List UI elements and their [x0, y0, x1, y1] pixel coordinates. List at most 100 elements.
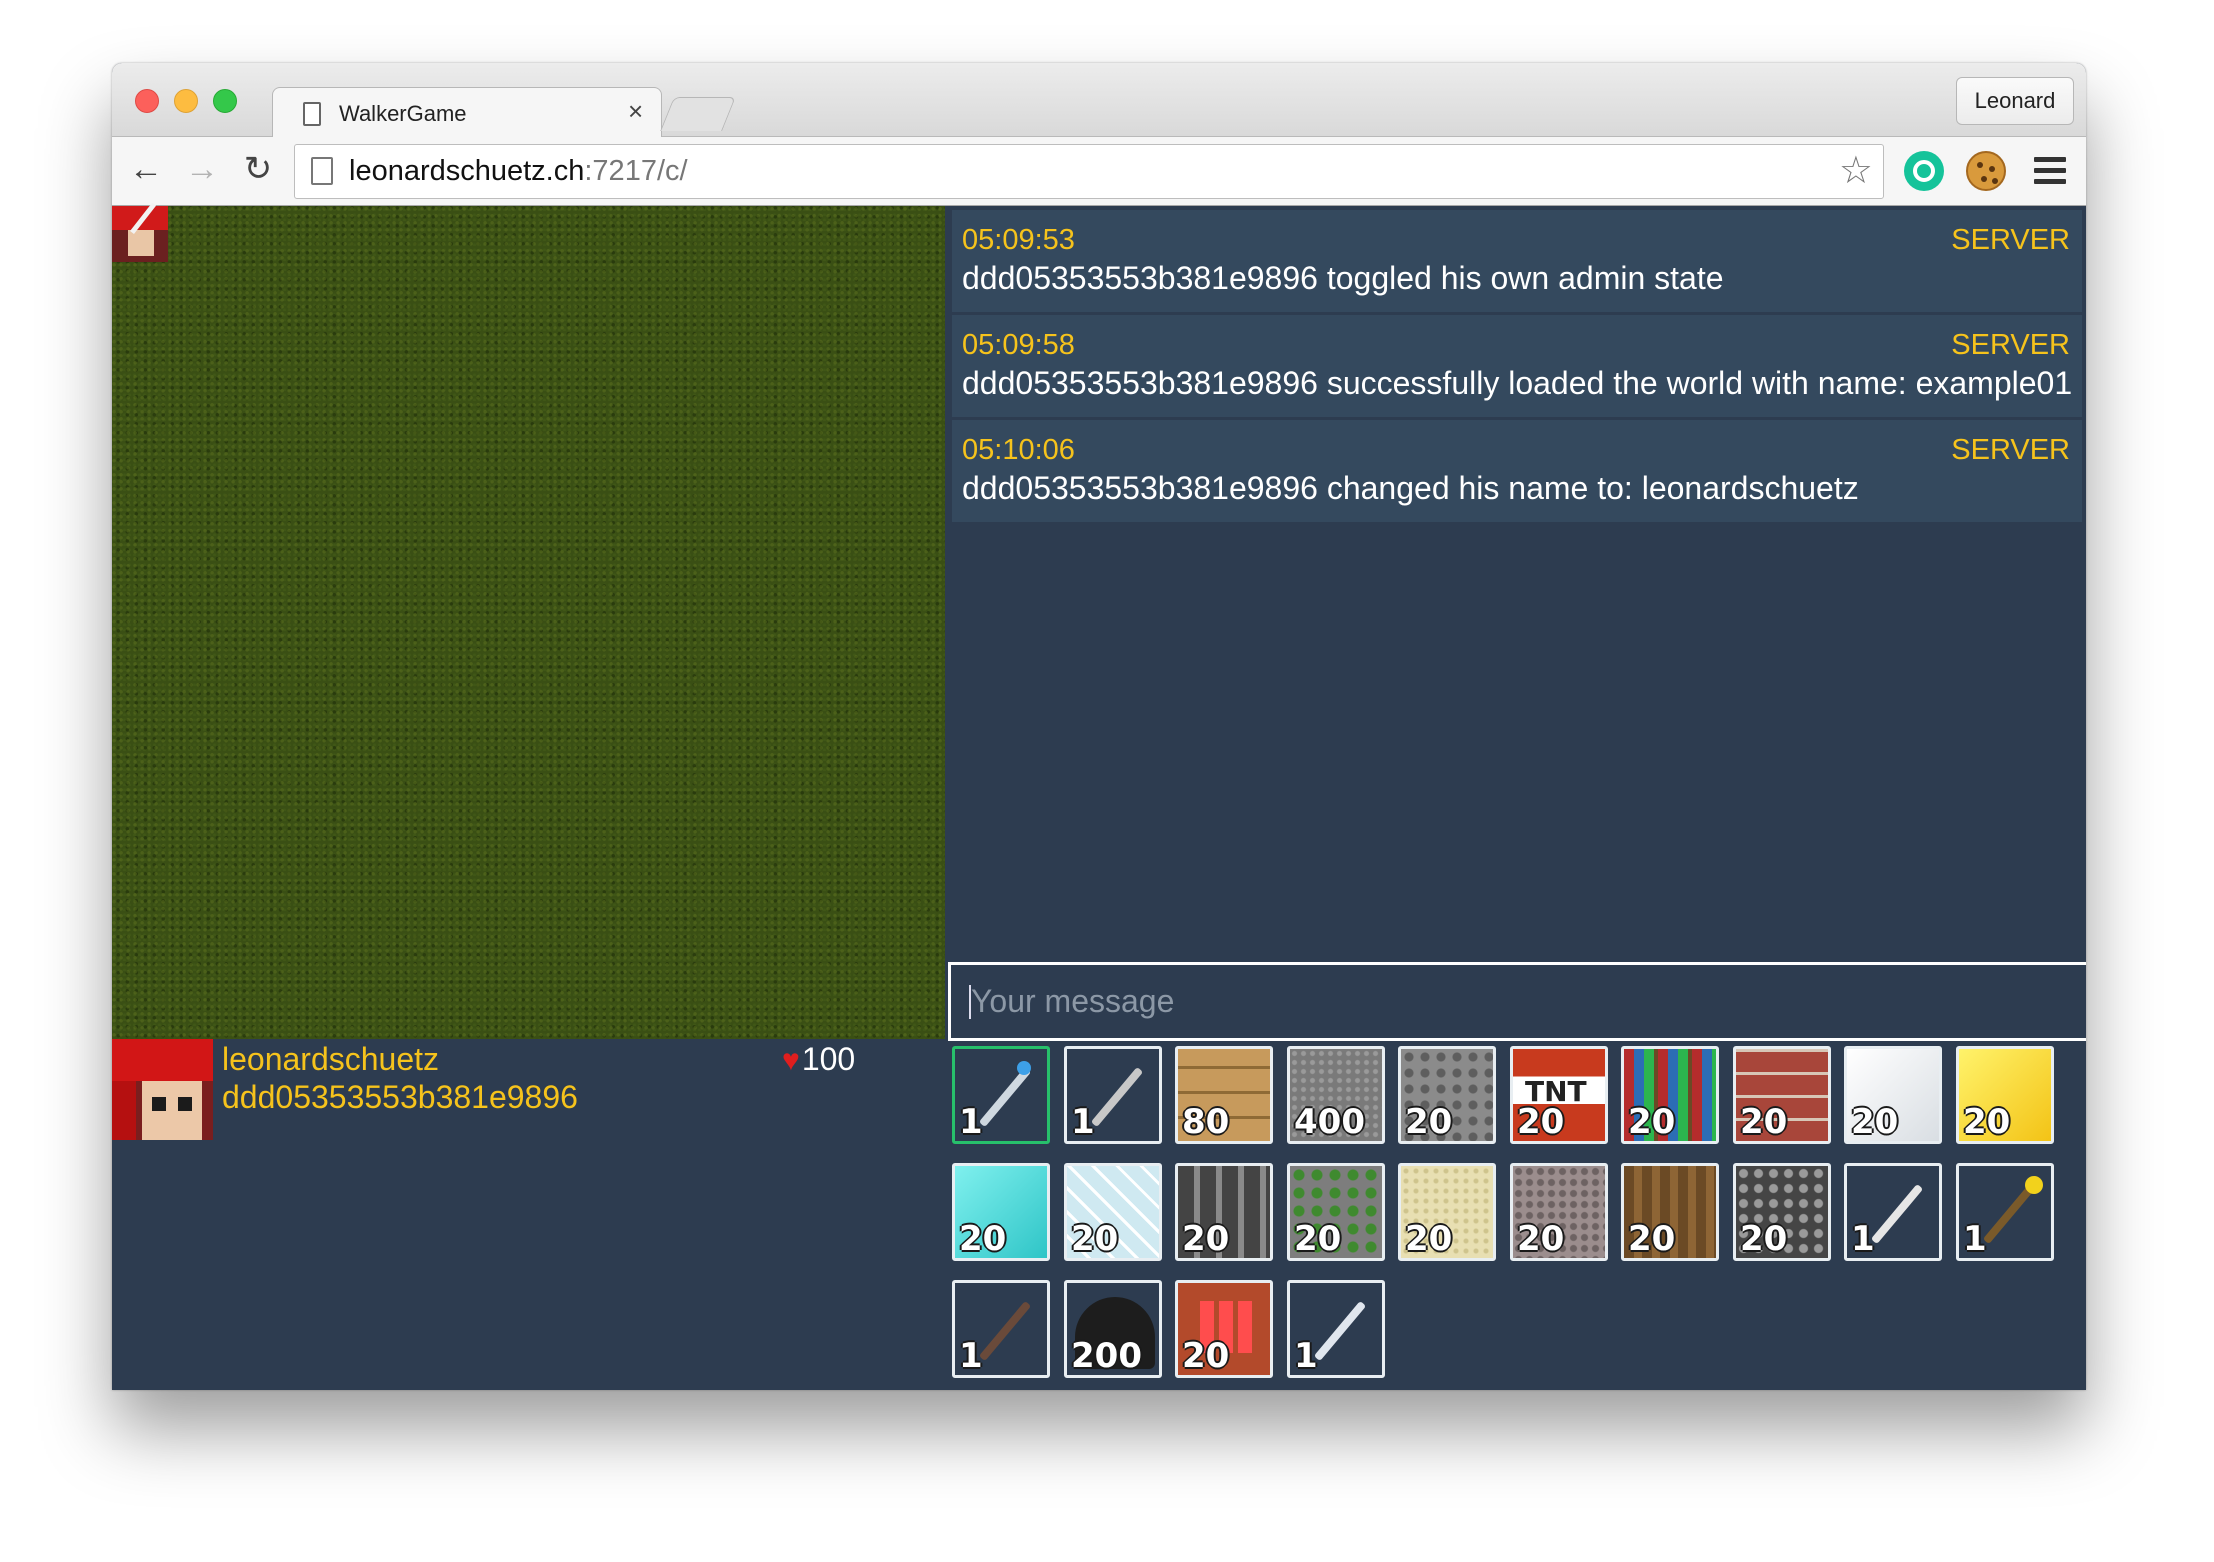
player-avatar: [112, 1039, 213, 1140]
cookie-extension-icon[interactable]: [1966, 151, 2006, 191]
game-world-canvas[interactable]: [112, 202, 945, 1039]
message-time: 05:10:06: [962, 434, 1075, 466]
item-count: 1: [959, 1102, 983, 1142]
chat-log: 05:09:53 SERVER ddd05353553b381e9896 tog…: [948, 206, 2086, 964]
item-count: 20: [1405, 1219, 1453, 1259]
item-count: 20: [1071, 1219, 1119, 1259]
close-window-button[interactable]: [135, 89, 159, 113]
address-bar[interactable]: leonardschuetz.ch:7217/c/ ☆: [294, 144, 1884, 199]
item-count: 20: [1182, 1219, 1230, 1259]
message-time: 05:09:58: [962, 329, 1075, 361]
url-host: leonardschuetz.ch: [349, 155, 585, 187]
item-count: 20: [1517, 1102, 1565, 1142]
page-icon: [311, 157, 333, 185]
inventory-slot-portal-gun[interactable]: 1: [1287, 1280, 1385, 1378]
inventory-slot-wrench[interactable]: 1: [1064, 1046, 1162, 1144]
inventory-slot-pencil[interactable]: 1: [952, 1046, 1050, 1144]
tab-title: WalkerGame: [339, 101, 467, 126]
message-sender: SERVER: [1951, 434, 2070, 466]
url-text[interactable]: leonardschuetz.ch:7217/c/: [349, 155, 688, 188]
bookmark-star-icon[interactable]: ☆: [1839, 149, 1873, 193]
close-tab-icon[interactable]: ×: [628, 96, 643, 127]
item-count: 20: [1628, 1102, 1676, 1142]
inventory-slot-sword[interactable]: 1: [1844, 1163, 1942, 1261]
item-count: 20: [1182, 1336, 1230, 1376]
grammarly-extension-icon[interactable]: [1904, 151, 1944, 191]
item-count: 1: [1851, 1219, 1875, 1259]
inventory-slot-crafting-table[interactable]: 20: [1175, 1280, 1273, 1378]
player-info-panel: leonardschuetz ddd05353553b381e9896 ♥100: [112, 1039, 945, 1390]
item-count: 20: [1517, 1219, 1565, 1259]
browser-window: WalkerGame × Leonard ← → ↻ leonardschuet…: [112, 63, 2086, 1390]
inventory-grid: 1 1 80 400 20 TNT 20 20 20 20 20 20 20 20 20 20 20 20 20 1 1…: [952, 1046, 2082, 1386]
item-count: 1: [959, 1336, 983, 1376]
pencil-icon: [978, 1066, 1032, 1128]
inventory-slot-oak-log[interactable]: 20: [1621, 1163, 1719, 1261]
item-count: 20: [1851, 1102, 1899, 1142]
inventory-slot-glass[interactable]: 20: [1064, 1163, 1162, 1261]
inventory-slot-bookshelf[interactable]: 20: [1621, 1046, 1719, 1144]
browser-tab-active[interactable]: WalkerGame ×: [272, 87, 662, 138]
item-count: 1: [1294, 1336, 1318, 1376]
message-text: ddd05353553b381e9896 successfully loaded…: [962, 365, 2073, 401]
player-name: leonardschuetz: [222, 1041, 440, 1077]
minimize-window-button[interactable]: [174, 89, 198, 113]
inventory-slot-wood-planks[interactable]: 80: [1175, 1046, 1273, 1144]
item-count: 20: [1405, 1102, 1453, 1142]
new-tab-button[interactable]: [660, 97, 736, 131]
title-bar: WalkerGame × Leonard: [112, 63, 2086, 138]
inventory-slot-cobblestone[interactable]: 20: [1398, 1046, 1496, 1144]
health-display: ♥100: [782, 1041, 855, 1078]
profile-button[interactable]: Leonard: [1956, 77, 2074, 125]
inventory-slot-sand[interactable]: 20: [1398, 1163, 1496, 1261]
item-count: 200: [1071, 1336, 1142, 1376]
back-arrow-icon[interactable]: ←: [126, 149, 166, 189]
chat-message-input[interactable]: [948, 962, 2086, 1041]
message-time: 05:09:53: [962, 224, 1075, 256]
inventory-slot-diamond-block[interactable]: 20: [952, 1163, 1050, 1261]
chat-message: 05:09:58 SERVER ddd05353553b381e9896 suc…: [952, 315, 2082, 417]
health-value: 100: [801, 1041, 856, 1077]
inventory-slot-gold-wand[interactable]: 1: [1956, 1163, 2054, 1261]
inventory-slot-iron-bars[interactable]: 20: [1175, 1163, 1273, 1261]
heart-icon: ♥: [782, 1044, 800, 1077]
browser-toolbar: ← → ↻ leonardschuetz.ch:7217/c/ ☆: [112, 137, 2086, 206]
chat-message: 05:09:53 SERVER ddd05353553b381e9896 tog…: [952, 210, 2082, 312]
text-caret: [969, 985, 971, 1019]
chat-message: 05:10:06 SERVER ddd05353553b381e9896 cha…: [952, 420, 2082, 522]
message-sender: SERVER: [1951, 224, 2070, 256]
inventory-slot-snow[interactable]: 20: [1844, 1046, 1942, 1144]
inventory-slot-tnt[interactable]: TNT 20: [1510, 1046, 1608, 1144]
item-count: 1: [1071, 1102, 1095, 1142]
rifle-icon: [978, 1300, 1032, 1362]
page-icon: [303, 102, 321, 126]
inventory-slot-obsidian-dome[interactable]: 200: [1064, 1280, 1162, 1378]
item-count: 20: [1628, 1219, 1676, 1259]
player-sprite: [112, 202, 168, 262]
item-count: 1: [1963, 1219, 1987, 1259]
item-count: 20: [959, 1219, 1007, 1259]
inventory-slot-granite[interactable]: 20: [1510, 1163, 1608, 1261]
hamburger-menu-icon[interactable]: [2034, 157, 2066, 185]
sword-icon: [1870, 1183, 1924, 1245]
inventory-slot-gold-block[interactable]: 20: [1956, 1046, 2054, 1144]
item-count: 20: [1740, 1102, 1788, 1142]
player-id: ddd05353553b381e9896: [222, 1079, 578, 1115]
inventory-slot-gravel[interactable]: 400: [1287, 1046, 1385, 1144]
item-count: 20: [1963, 1102, 2011, 1142]
url-path: :7217/c/: [584, 155, 688, 187]
forward-arrow-icon[interactable]: →: [182, 149, 222, 189]
item-count: 80: [1182, 1102, 1230, 1142]
inventory-slot-brick[interactable]: 20: [1733, 1046, 1831, 1144]
item-count: 400: [1294, 1102, 1365, 1142]
reload-icon[interactable]: ↻: [238, 149, 278, 189]
inventory-slot-bedrock[interactable]: 20: [1733, 1163, 1831, 1261]
inventory-slot-mossy-stone[interactable]: 20: [1287, 1163, 1385, 1261]
item-count: 20: [1740, 1219, 1788, 1259]
message-sender: SERVER: [1951, 329, 2070, 361]
wrench-icon: [1090, 1066, 1144, 1128]
page-content: 05:09:53 SERVER ddd05353553b381e9896 tog…: [112, 202, 2086, 1390]
inventory-slot-rifle[interactable]: 1: [952, 1280, 1050, 1378]
portal-gun-icon: [1313, 1300, 1367, 1362]
maximize-window-button[interactable]: [213, 89, 237, 113]
